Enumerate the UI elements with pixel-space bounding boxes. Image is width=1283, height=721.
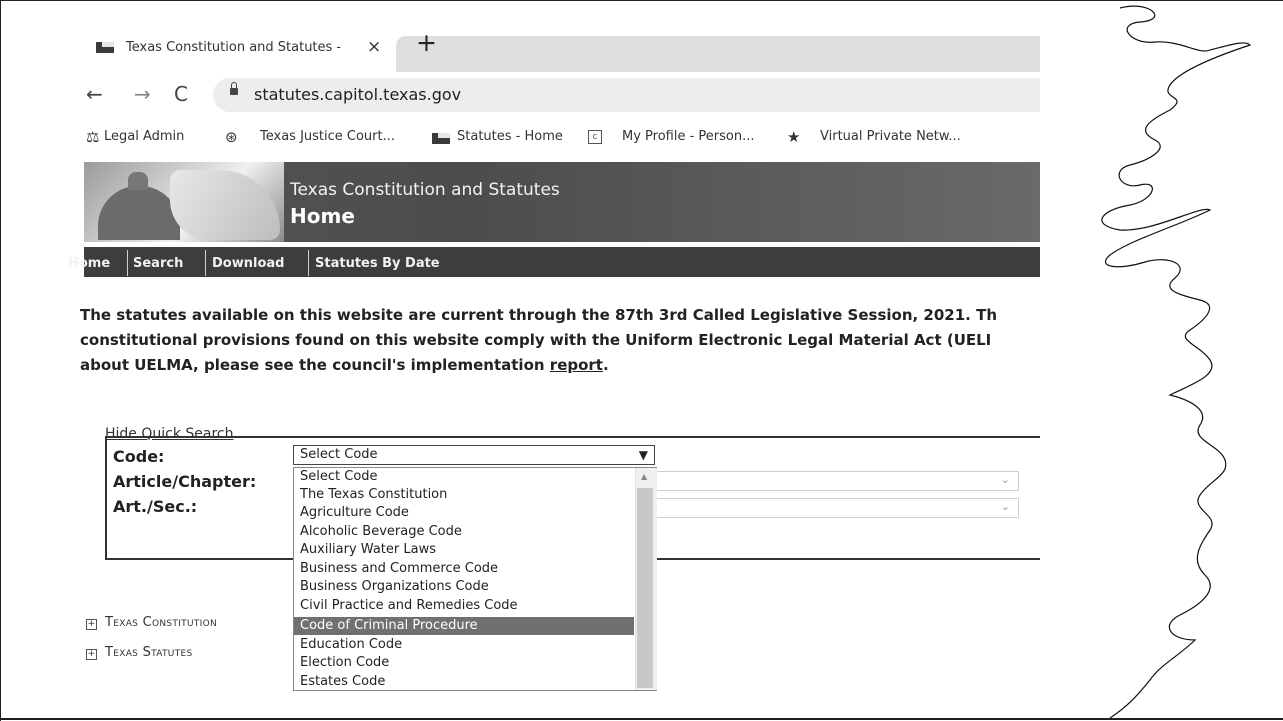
texas-flag-icon (96, 42, 114, 53)
bookmark-my-profile[interactable]: My Profile - Person... (622, 129, 755, 144)
dropdown-option[interactable]: Education Code (294, 636, 634, 654)
site-subtitle: Texas Constitution and Statutes (290, 180, 560, 200)
dropdown-option-highlighted[interactable]: Code of Criminal Procedure (294, 617, 634, 635)
dropdown-option[interactable]: Civil Practice and Remedies Code (294, 597, 634, 615)
intro-line-3-end: . (602, 356, 609, 374)
bookmark-legal-admin[interactable]: Legal Admin (104, 129, 184, 144)
bookmark-statutes-home[interactable]: Statutes - Home (457, 129, 563, 144)
expand-icon[interactable]: + (86, 619, 97, 630)
expand-icon[interactable]: + (86, 649, 97, 660)
intro-line-2: constitutional provisions found on this … (80, 331, 992, 349)
menu-search[interactable]: Search (133, 256, 183, 271)
menu-download[interactable]: Download (212, 256, 284, 271)
dropdown-option[interactable]: Auxiliary Water Laws (294, 541, 634, 559)
art-sec-label: Art./Sec.: (113, 497, 198, 516)
article-chapter-select[interactable]: ⌄ (655, 471, 1019, 491)
chevron-down-icon: ▼ (638, 448, 648, 462)
dropdown-option[interactable]: Select Code (294, 468, 634, 486)
tree-texas-constitution[interactable]: + Texas Constitution (86, 615, 217, 630)
decorative-squiggle (1101, 5, 1252, 719)
chevron-down-icon: ⌄ (1000, 473, 1010, 486)
flag-icon (432, 133, 450, 144)
squiggle-path (1101, 5, 1252, 719)
code-label: Code: (113, 447, 165, 466)
tree-label: Texas Constitution (105, 615, 218, 630)
reload-icon[interactable]: C (174, 82, 188, 106)
dropdown-option[interactable]: Alcoholic Beverage Code (294, 523, 634, 541)
tree-texas-statutes[interactable]: + Texas Statutes (86, 645, 193, 660)
dropdown-option[interactable]: Business Organizations Code (294, 578, 634, 596)
dropdown-option[interactable]: Election Code (294, 654, 634, 672)
browser-tab[interactable]: Texas Constitution and Statutes - × (84, 28, 392, 72)
intro-line-1: The statutes available on this website a… (80, 306, 997, 324)
menu-divider (205, 250, 206, 276)
lock-icon[interactable] (230, 82, 238, 95)
url-text[interactable]: statutes.capitol.texas.gov (254, 85, 461, 104)
new-tab-button[interactable]: + (416, 30, 437, 55)
report-link[interactable]: report (550, 356, 603, 374)
tree-label: Texas Statutes (105, 645, 193, 660)
code-dropdown-list[interactable]: Select Code The Texas Constitution Agric… (293, 467, 657, 691)
dropdown-option[interactable]: Estates Code (294, 673, 634, 690)
globe-icon: ⊛ (225, 128, 238, 146)
tab-strip (396, 36, 1040, 72)
legal-icon: ⚖ (86, 128, 100, 146)
browser-screenshot: Texas Constitution and Statutes - × + ← … (0, 0, 1040, 721)
bookmark-vpn[interactable]: Virtual Private Netw... (820, 129, 961, 144)
code-select-value: Select Code (300, 447, 378, 462)
dropdown-option[interactable]: The Texas Constitution (294, 486, 634, 504)
close-tab-icon[interactable]: × (367, 37, 381, 57)
menu-statutes-by-date[interactable]: Statutes By Date (315, 256, 440, 271)
page-title: Home (290, 204, 355, 228)
back-arrow-icon[interactable]: ← (86, 82, 103, 106)
forward-arrow-icon[interactable]: → (134, 82, 151, 106)
page-icon: c (588, 130, 602, 144)
art-sec-select[interactable]: ⌄ (655, 498, 1019, 518)
menu-home[interactable]: Home (68, 256, 110, 271)
code-select[interactable]: Select Code ▼ (293, 445, 655, 465)
scrollbar-thumb[interactable] (637, 488, 653, 688)
intro-line-3-text: about UELMA, please see the council's im… (80, 356, 550, 374)
dropdown-option[interactable]: Business and Commerce Code (294, 560, 634, 578)
star-icon: ★ (787, 128, 801, 146)
scroll-up-arrow-icon[interactable]: ▲ (641, 472, 647, 481)
dropdown-option[interactable]: Agriculture Code (294, 504, 634, 522)
capitol-cupola (128, 172, 148, 190)
chevron-down-icon: ⌄ (1000, 500, 1010, 513)
article-chapter-label: Article/Chapter: (113, 472, 257, 491)
bookmark-justice-court[interactable]: Texas Justice Court... (260, 129, 395, 144)
menu-divider (127, 250, 128, 276)
intro-line-3: about UELMA, please see the council's im… (80, 356, 609, 374)
menu-divider (308, 250, 309, 276)
tab-title: Texas Constitution and Statutes - (126, 40, 342, 55)
